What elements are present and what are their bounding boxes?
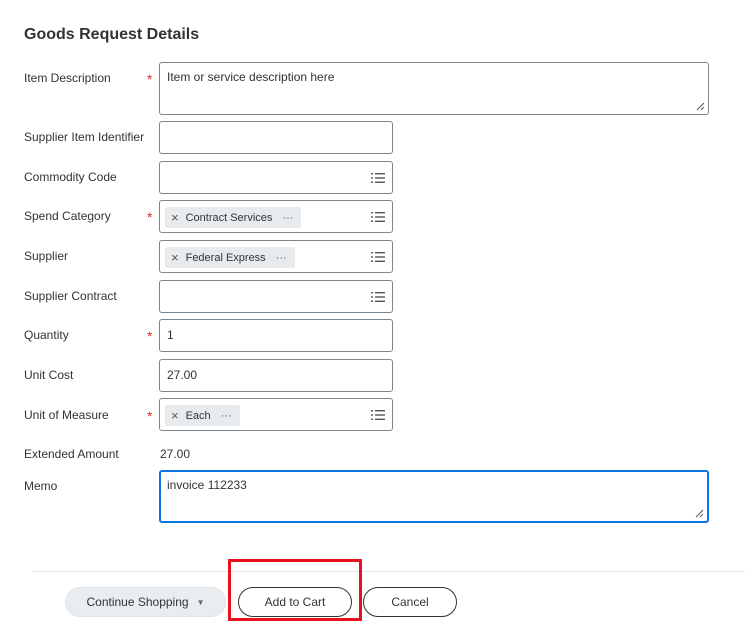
label-memo: Memo (24, 479, 58, 493)
quantity-input[interactable]: 1 (159, 319, 393, 352)
label-supplier-contract: Supplier Contract (24, 289, 117, 303)
commodity-code-prompt[interactable] (159, 161, 393, 194)
unit-of-measure-value: Each (185, 409, 211, 422)
more-dots-icon[interactable]: ··· (276, 252, 287, 264)
label-extended-amount: Extended Amount (24, 447, 119, 461)
prompt-list-icon[interactable] (370, 209, 386, 225)
resize-grip-icon[interactable] (696, 102, 705, 111)
label-unit-of-measure: Unit of Measure (24, 408, 109, 422)
quantity-value: 1 (167, 328, 174, 342)
label-spend-category: Spend Category (24, 209, 111, 223)
footer-divider (32, 571, 745, 572)
item-description-value: Item or service description here (167, 70, 335, 84)
continue-shopping-button[interactable]: Continue Shopping ▼ (65, 587, 226, 617)
label-item-description: Item Description (24, 71, 111, 85)
cancel-label: Cancel (391, 595, 429, 609)
supplier-item-identifier-input[interactable] (159, 121, 393, 154)
continue-shopping-label: Continue Shopping (86, 595, 189, 609)
required-marker: * (147, 408, 153, 424)
required-marker: * (147, 71, 153, 87)
required-marker: * (147, 328, 153, 344)
prompt-list-icon[interactable] (370, 249, 386, 265)
unit-cost-input[interactable]: 27.00 (159, 359, 393, 392)
item-description-textarea[interactable]: Item or service description here (159, 62, 709, 115)
label-quantity: Quantity (24, 328, 69, 342)
remove-x-icon[interactable]: × (171, 251, 179, 264)
unit-cost-value: 27.00 (167, 368, 198, 382)
supplier-contract-prompt[interactable] (159, 280, 393, 313)
spend-category-pill[interactable]: × Contract Services ··· (165, 207, 302, 228)
page-title: Goods Request Details (24, 26, 200, 43)
prompt-list-icon[interactable] (370, 289, 386, 305)
supplier-pill[interactable]: × Federal Express ··· (165, 247, 295, 268)
caret-down-icon: ▼ (196, 597, 205, 607)
cancel-button[interactable]: Cancel (363, 587, 457, 617)
supplier-value: Federal Express (185, 251, 266, 264)
memo-textarea[interactable]: invoice 112233 (159, 470, 709, 523)
memo-value: invoice 112233 (167, 478, 247, 492)
more-dots-icon[interactable]: ··· (221, 410, 232, 422)
highlight-box (228, 559, 362, 621)
spend-category-value: Contract Services (185, 211, 273, 224)
label-supplier-item-identifier: Supplier Item Identifier (24, 130, 145, 144)
unit-of-measure-pill[interactable]: × Each ··· (165, 405, 240, 426)
extended-amount-value: 27.00 (160, 447, 191, 461)
prompt-list-icon[interactable] (370, 407, 386, 423)
remove-x-icon[interactable]: × (171, 211, 179, 224)
prompt-list-icon[interactable] (370, 170, 386, 186)
resize-grip-icon[interactable] (695, 509, 704, 518)
supplier-prompt[interactable]: × Federal Express ··· (159, 240, 393, 273)
remove-x-icon[interactable]: × (171, 409, 179, 422)
label-supplier: Supplier (24, 249, 69, 263)
more-dots-icon[interactable]: ··· (282, 212, 293, 224)
required-marker: * (147, 209, 153, 225)
spend-category-prompt[interactable]: × Contract Services ··· (159, 200, 393, 233)
unit-of-measure-prompt[interactable]: × Each ··· (159, 398, 393, 431)
label-commodity-code: Commodity Code (24, 170, 117, 184)
label-unit-cost: Unit Cost (24, 368, 74, 382)
